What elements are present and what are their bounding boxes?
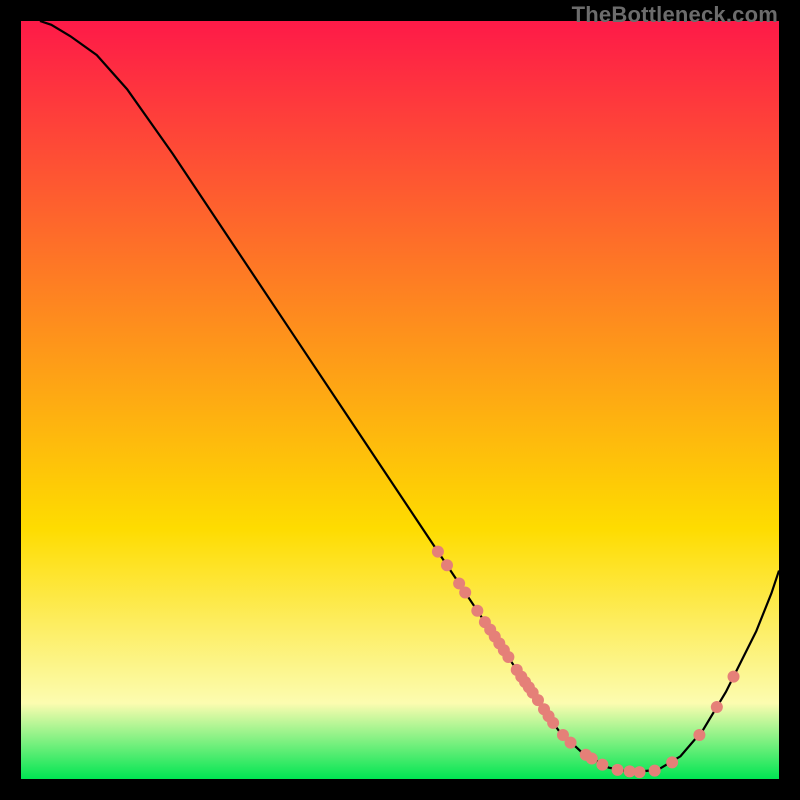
data-point — [634, 766, 646, 778]
data-point — [728, 671, 740, 683]
chart-canvas — [21, 21, 779, 779]
bottleneck-chart — [21, 21, 779, 779]
data-point — [586, 753, 598, 765]
data-point — [711, 701, 723, 713]
data-point — [693, 729, 705, 741]
gradient-background — [21, 21, 779, 779]
data-point — [459, 587, 471, 599]
data-point — [441, 559, 453, 571]
data-point — [502, 651, 514, 663]
data-point — [596, 759, 608, 771]
data-point — [471, 605, 483, 617]
data-point — [612, 764, 624, 776]
data-point — [649, 765, 661, 777]
data-point — [666, 756, 678, 768]
data-point — [547, 717, 559, 729]
watermark-text: TheBottleneck.com — [572, 2, 778, 28]
data-point — [432, 546, 444, 558]
data-point — [565, 737, 577, 749]
